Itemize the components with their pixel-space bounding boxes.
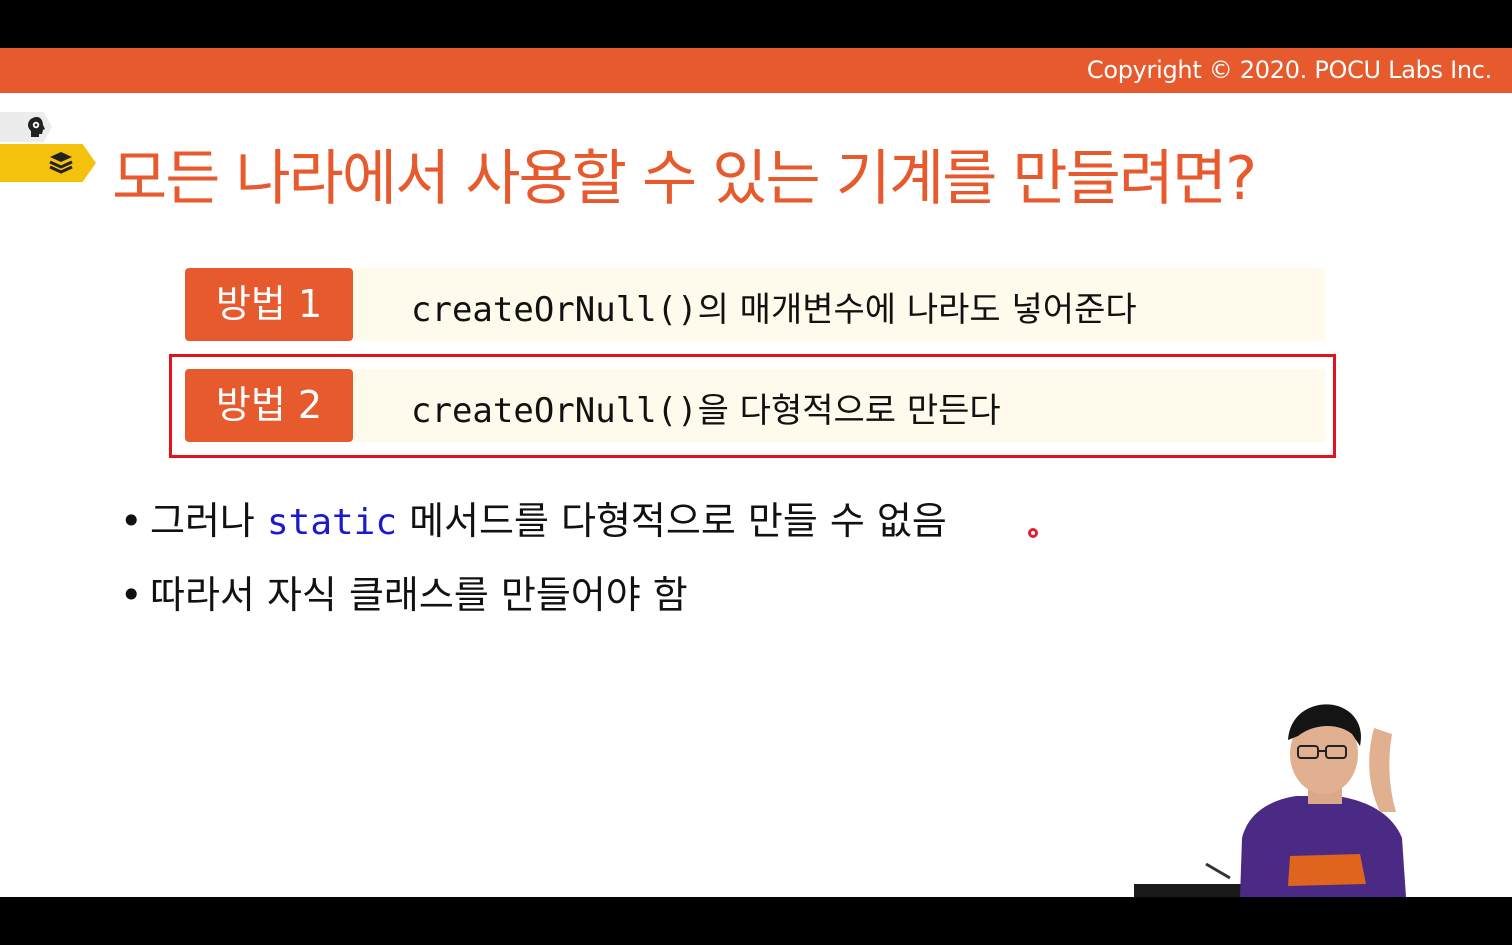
header-band: Copyright © 2020. POCU Labs Inc. [0, 48, 1512, 93]
bullet-prefix: 그러나 [150, 499, 267, 543]
method-badge: 방법 1 [185, 268, 353, 341]
video-letterbox-bottom [0, 897, 1512, 945]
bullet-dot: • [120, 499, 143, 543]
method-body: createOrNull()의 매개변수에 나라도 넣어준다 [353, 268, 1325, 341]
highlight-box [169, 354, 1336, 458]
head-gear-icon [24, 114, 50, 140]
laser-pointer-dot [1028, 528, 1038, 538]
presenter-image [1130, 688, 1430, 897]
bullet-item: • 그러나 static 메서드를 다형적으로 만들 수 없음 [120, 490, 947, 545]
slide-title: 모든 나라에서 사용할 수 있는 기계를 만들려면? [112, 144, 1257, 214]
bullet-dot: • [120, 573, 143, 617]
method-description: 의 매개변수에 나라도 넣어준다 [697, 290, 1137, 330]
copyright-text: Copyright © 2020. POCU Labs Inc. [1086, 56, 1492, 84]
method-text: createOrNull()의 매개변수에 나라도 넣어준다 [411, 282, 1137, 331]
slide: Copyright © 2020. POCU Labs Inc. 모든 나라에서… [0, 48, 1512, 897]
books-icon [46, 148, 76, 178]
bullet-suffix: 메서드를 다형적으로 만들 수 없음 [397, 499, 947, 543]
method-row-1: 방법 1 createOrNull()의 매개변수에 나라도 넣어준다 [185, 268, 1325, 341]
video-letterbox-top [0, 0, 1512, 48]
bullet-item: • 따라서 자식 클래스를 만들어야 함 [120, 564, 688, 619]
bullet-text: 따라서 자식 클래스를 만들어야 함 [150, 573, 688, 617]
code-snippet: createOrNull() [411, 290, 698, 330]
keyword-static: static [266, 502, 398, 543]
